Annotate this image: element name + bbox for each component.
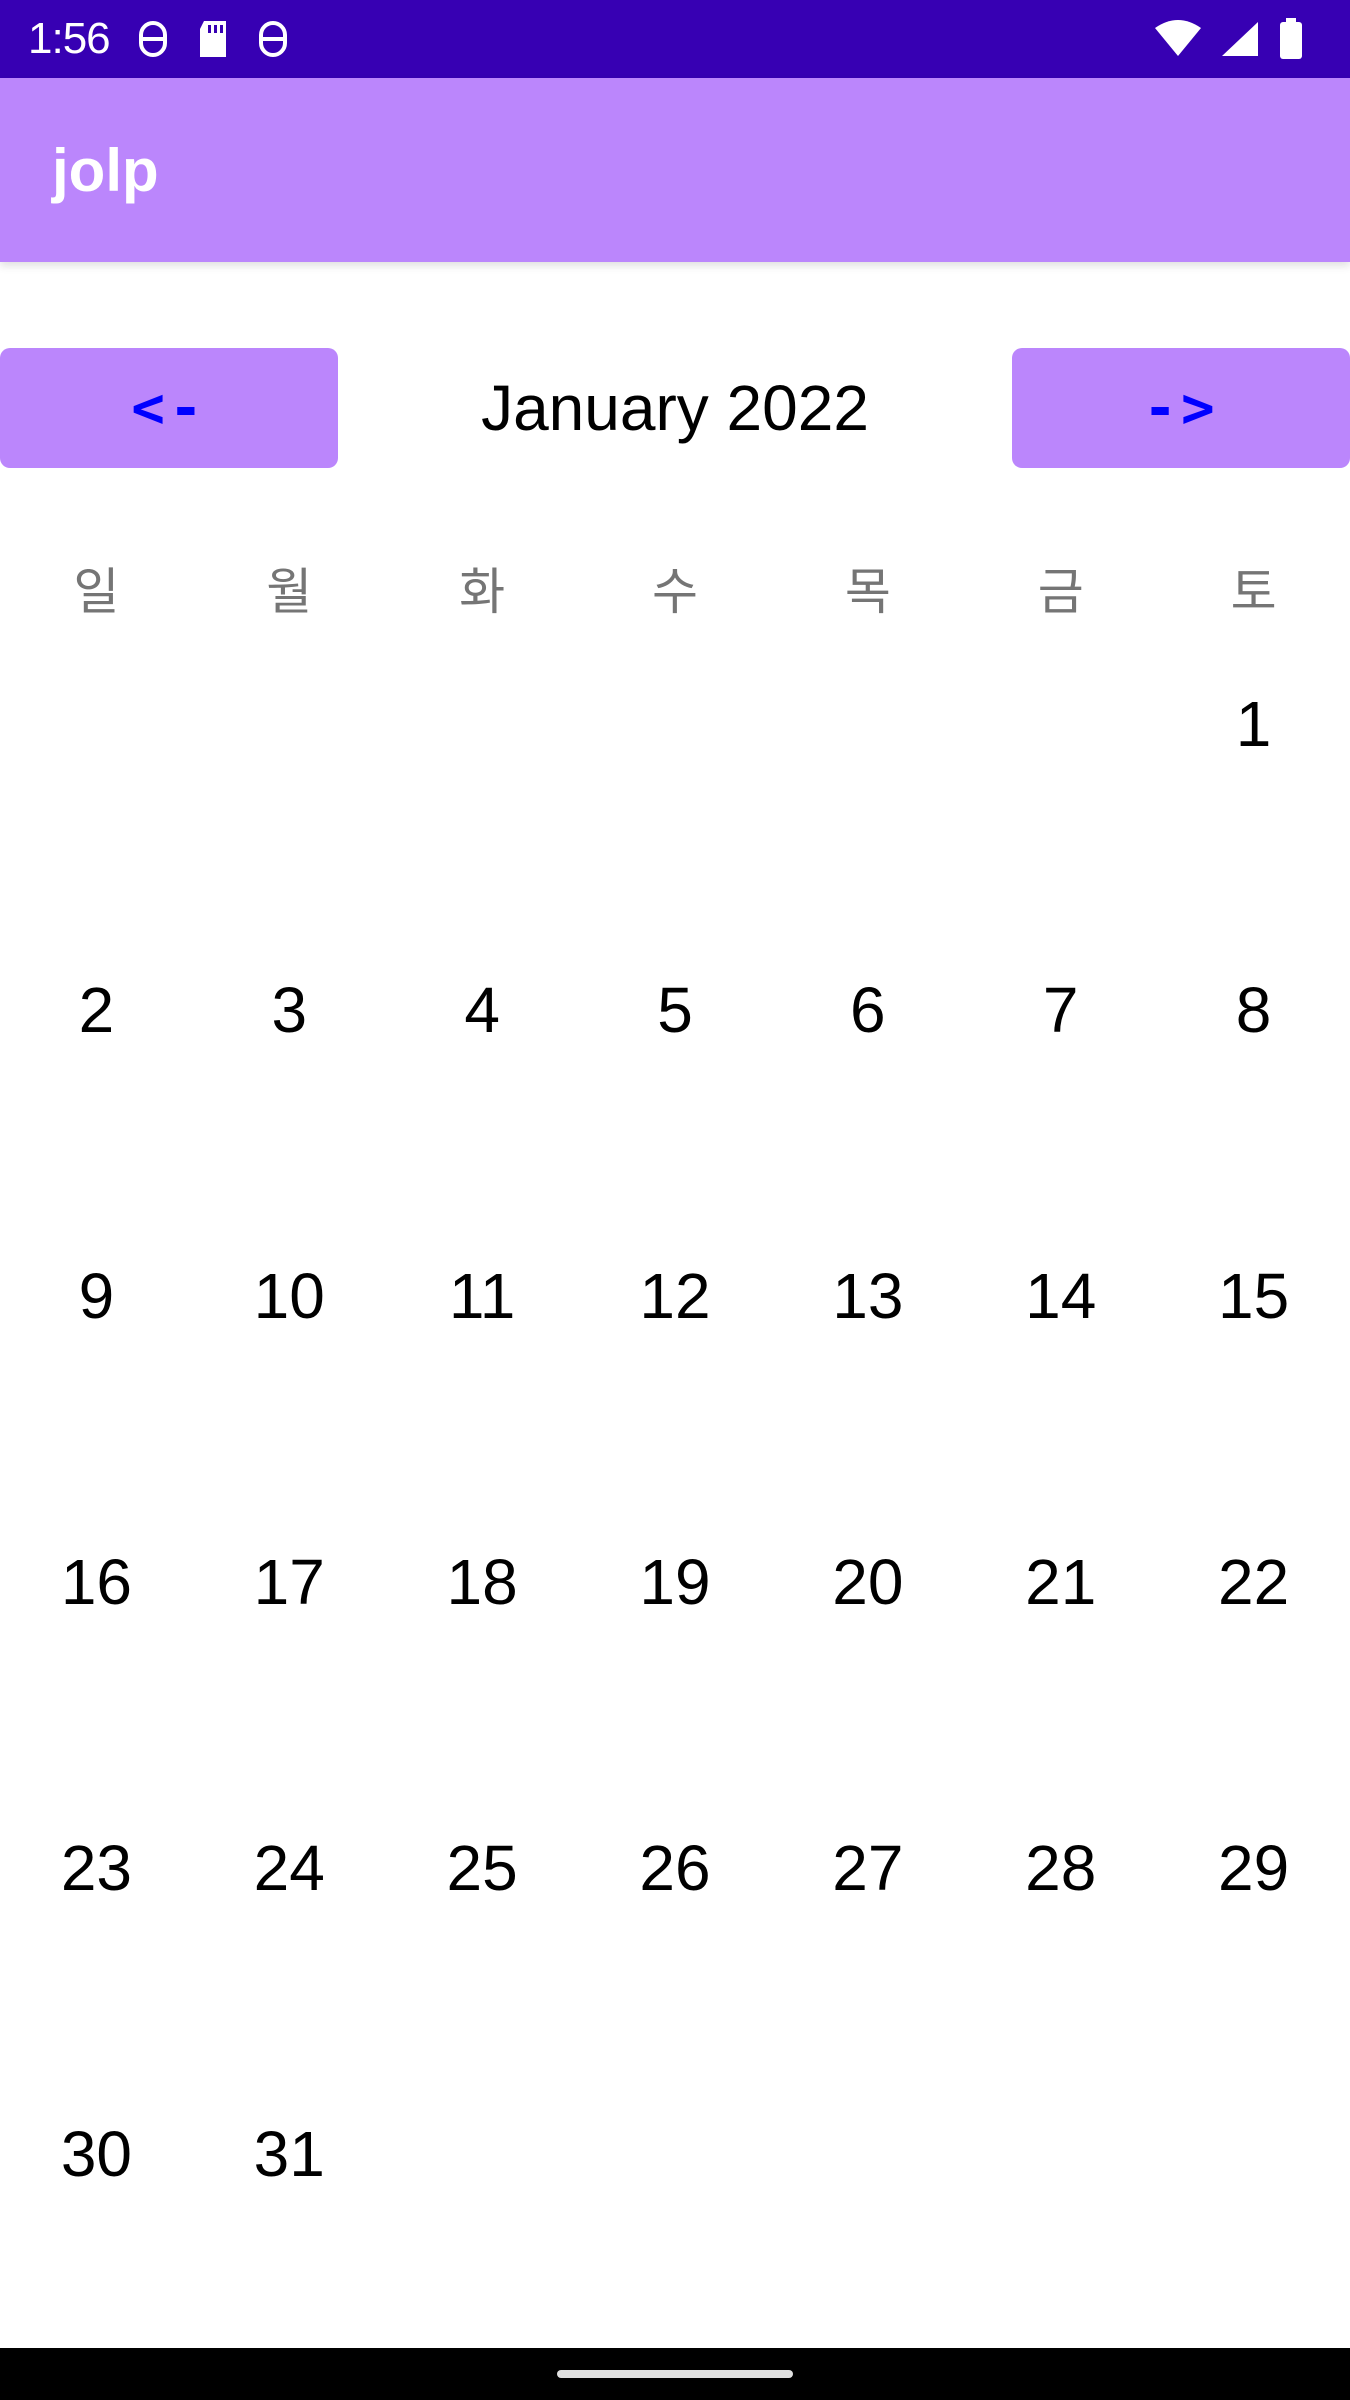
weekday-label: 수	[651, 563, 698, 621]
status-right	[1154, 18, 1322, 60]
next-month-button[interactable]: ->	[1012, 348, 1350, 468]
day-cell[interactable]: 2	[0, 923, 193, 1209]
month-label: January 2022	[481, 372, 869, 444]
battery-icon	[1278, 18, 1304, 60]
weekday-label: 금	[1037, 563, 1084, 621]
day-cell[interactable]: 23	[0, 1781, 193, 2067]
day-cell[interactable]: 6	[771, 923, 964, 1209]
day-cell[interactable]: 18	[386, 1495, 579, 1781]
day-cell[interactable]	[964, 637, 1157, 923]
day-cell[interactable]: 31	[193, 2067, 386, 2353]
status-time: 1:56	[28, 14, 111, 63]
day-cell[interactable]	[964, 2067, 1157, 2353]
day-cell[interactable]	[579, 637, 772, 923]
day-cell[interactable]: 19	[579, 1495, 772, 1781]
day-cell[interactable]: 8	[1157, 923, 1350, 1209]
day-cell[interactable]: 10	[193, 1209, 386, 1495]
day-cell[interactable]: 14	[964, 1209, 1157, 1495]
day-cell[interactable]: 28	[964, 1781, 1157, 2067]
status-left: 1:56	[28, 14, 288, 64]
day-cell[interactable]: 3	[193, 923, 386, 1209]
weekday-label: 토	[1230, 563, 1277, 621]
day-cell[interactable]	[771, 2067, 964, 2353]
day-cell[interactable]: 4	[386, 923, 579, 1209]
notification-icon	[258, 20, 288, 58]
day-cell[interactable]: 12	[579, 1209, 772, 1495]
day-cell[interactable]: 21	[964, 1495, 1157, 1781]
day-cell[interactable]: 13	[771, 1209, 964, 1495]
day-cell[interactable]: 30	[0, 2067, 193, 2353]
notification-icon	[138, 20, 168, 58]
previous-month-button[interactable]: <-	[0, 348, 338, 468]
day-cell[interactable]: 24	[193, 1781, 386, 2067]
day-cell[interactable]	[771, 637, 964, 923]
wifi-icon	[1154, 20, 1202, 58]
month-navigation: <- January 2022 ->	[0, 348, 1350, 468]
system-navigation-bar	[0, 2348, 1350, 2400]
day-cell[interactable]: 1	[1157, 637, 1350, 923]
app-bar: jolp	[0, 78, 1350, 262]
day-cell[interactable]: 29	[1157, 1781, 1350, 2067]
day-cell[interactable]	[386, 637, 579, 923]
day-cell[interactable]	[1157, 2067, 1350, 2353]
weekday-label: 화	[459, 563, 506, 621]
day-cell[interactable]: 27	[771, 1781, 964, 2067]
day-cell[interactable]: 25	[386, 1781, 579, 2067]
day-cell[interactable]: 17	[193, 1495, 386, 1781]
day-cell[interactable]: 16	[0, 1495, 193, 1781]
cell-signal-icon	[1220, 20, 1260, 58]
status-bar: 1:56	[0, 0, 1350, 78]
weekday-label: 일	[73, 563, 120, 621]
day-cell[interactable]: 15	[1157, 1209, 1350, 1495]
day-cell[interactable]: 7	[964, 923, 1157, 1209]
day-cell[interactable]: 20	[771, 1495, 964, 1781]
weekday-header: 일 월 화 수 목 금 토	[0, 548, 1350, 628]
home-gesture-handle[interactable]	[557, 2370, 793, 2378]
calendar-grid: 1 2 3 4 5 6 7 8 9 10 11 12 13 14 15 16 1…	[0, 637, 1350, 2353]
day-cell[interactable]: 11	[386, 1209, 579, 1495]
day-cell[interactable]	[193, 637, 386, 923]
day-cell[interactable]	[0, 637, 193, 923]
day-cell[interactable]: 22	[1157, 1495, 1350, 1781]
day-cell[interactable]	[386, 2067, 579, 2353]
day-cell[interactable]: 9	[0, 1209, 193, 1495]
day-cell[interactable]: 26	[579, 1781, 772, 2067]
day-cell[interactable]: 5	[579, 923, 772, 1209]
app-title: jolp	[52, 136, 159, 204]
weekday-label: 목	[844, 563, 891, 621]
weekday-label: 월	[266, 563, 313, 621]
sd-card-icon	[196, 19, 230, 59]
day-cell[interactable]	[579, 2067, 772, 2353]
